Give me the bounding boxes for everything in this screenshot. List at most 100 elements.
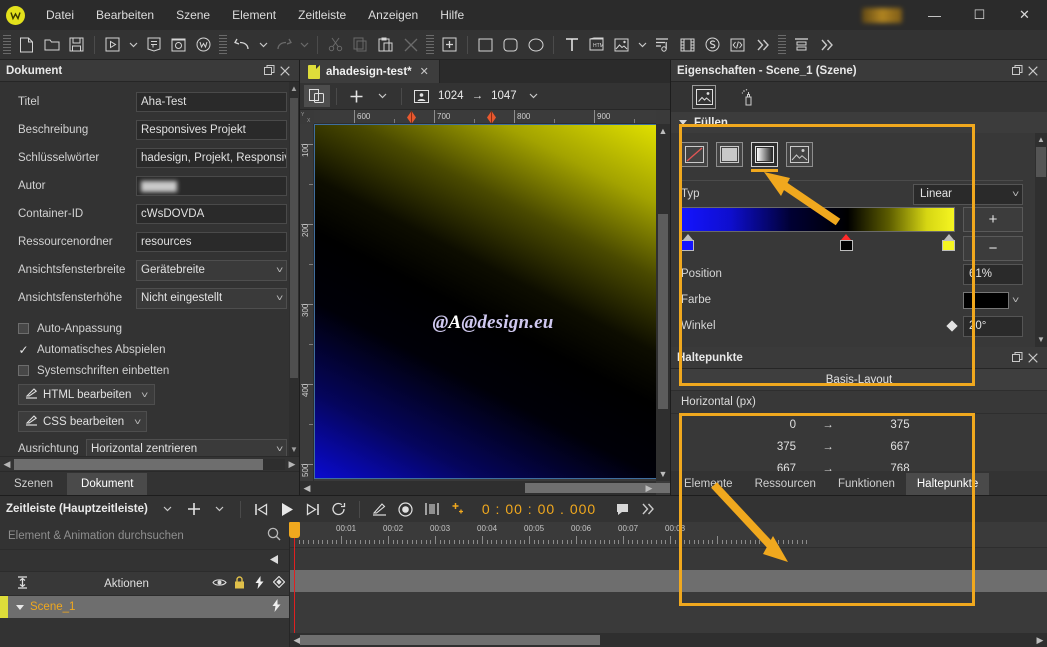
scroll-right-arrow-icon[interactable]: ▶ [285, 459, 299, 470]
horizontal-ruler[interactable]: 600 700 800 900 [314, 110, 656, 124]
autor-input[interactable] [136, 176, 287, 196]
easing-icon[interactable] [368, 498, 392, 520]
tab-dokument[interactable]: Dokument [67, 473, 148, 495]
menu-item-anzeigen[interactable]: Anzeigen [357, 4, 429, 26]
ansichtsfensterbreite-select[interactable]: Gerätebreite ˅ [136, 259, 287, 281]
breakpoint-marker-icon-2[interactable] [486, 111, 497, 123]
table-row[interactable]: 375 → 667 [671, 436, 1047, 458]
tab-elemente[interactable]: Elemente [673, 473, 744, 495]
checkbox-automatisches-abspielen[interactable]: ✓ Automatisches Abspielen [0, 339, 299, 360]
timeline-search[interactable]: Element & Animation durchsuchen [0, 522, 289, 550]
canvas-viewport[interactable]: YX 600 700 800 900 100 200 300 400 500 @… [300, 110, 670, 495]
menu-item-element[interactable]: Element [221, 4, 287, 26]
lock-icon[interactable] [229, 575, 249, 592]
table-row[interactable]: 667 → 768 [671, 458, 1047, 471]
close-panel-icon[interactable] [1025, 63, 1041, 79]
color-swatch[interactable] [963, 291, 1009, 309]
remove-stop-button[interactable]: − [963, 236, 1023, 261]
watermark-icon[interactable] [191, 33, 216, 57]
breakpoint-range[interactable]: 1024 → 1047 [434, 86, 521, 106]
cut-icon[interactable] [323, 33, 348, 57]
add-breakpoint-icon[interactable] [343, 85, 369, 107]
maximize-button[interactable]: ☐ [957, 0, 1002, 30]
text-icon[interactable] [559, 33, 584, 57]
ressourcenordner-input[interactable]: resources [136, 232, 287, 252]
delete-icon[interactable] [398, 33, 423, 57]
keyframe-distribute-icon[interactable] [420, 498, 444, 520]
playhead-handle[interactable] [289, 522, 300, 538]
image-icon[interactable] [609, 33, 634, 57]
vertical-ruler[interactable]: 100 200 300 400 500 [300, 124, 314, 481]
responsive-layout-icon[interactable] [304, 85, 330, 107]
close-tab-icon[interactable]: ✕ [418, 65, 431, 78]
timeline-overflow-icon[interactable] [636, 498, 660, 520]
image-fill-button[interactable] [786, 142, 813, 167]
fill-section-header[interactable]: Füllen [671, 112, 1047, 133]
audio-icon[interactable] [650, 33, 675, 57]
ellipse-icon[interactable] [523, 33, 548, 57]
gradient-stop-0[interactable] [681, 234, 694, 251]
collapse-all-icon[interactable] [0, 575, 44, 592]
record-icon[interactable] [394, 498, 418, 520]
chevron-down-icon[interactable]: ˅ [1012, 295, 1019, 305]
visibility-eye-icon[interactable] [209, 577, 229, 591]
timeline-hscrollbar[interactable]: ◀ ▶ [290, 633, 1047, 647]
loop-icon[interactable] [327, 498, 351, 520]
actions-bolt-icon[interactable] [249, 575, 269, 592]
preview-dropdown-icon[interactable] [125, 33, 141, 57]
image-dropdown-icon[interactable] [634, 33, 650, 57]
scroll-up-arrow-icon[interactable]: ▲ [1035, 133, 1047, 147]
scroll-left-arrow-icon[interactable]: ◀ [0, 459, 14, 470]
toolbar-overflow-icon-2[interactable] [814, 33, 839, 57]
checkbox-systemschriften-einbetten[interactable]: Systemschriften einbetten [0, 360, 299, 381]
scroll-right-arrow-icon[interactable]: ▶ [1033, 633, 1047, 647]
timeline-tracks-area[interactable]: 00:01 00:02 00:03 00:04 00:05 00:06 00:0… [289, 522, 1047, 647]
timeline-row-scene-1[interactable]: Scene_1 [0, 596, 289, 618]
comment-icon[interactable] [610, 498, 634, 520]
timeline-ruler[interactable]: 00:01 00:02 00:03 00:04 00:05 00:06 00:0… [290, 522, 1047, 548]
checkbox-auto-anpassung[interactable]: Auto-Anpassung [0, 318, 299, 339]
scrollbar-thumb[interactable] [658, 214, 668, 409]
go-to-end-icon[interactable] [301, 498, 325, 520]
tab-funktionen[interactable]: Funktionen [827, 473, 906, 495]
minimize-button[interactable]: — [912, 0, 957, 30]
toolbar-grip[interactable] [3, 34, 11, 55]
html-widget-icon[interactable]: HTML [584, 33, 609, 57]
toolbar-overflow-icon[interactable] [750, 33, 775, 57]
float-panel-icon[interactable] [1009, 350, 1025, 366]
html5-export-icon[interactable] [141, 33, 166, 57]
tab-ressourcen[interactable]: Ressourcen [744, 473, 827, 495]
go-to-start-icon[interactable] [249, 498, 273, 520]
schluesselwoerter-input[interactable]: hadesign, Projekt, Responsive [136, 148, 287, 168]
copy-icon[interactable] [348, 33, 373, 57]
timecode-display[interactable]: 0 : 00 : 00 . 000 [482, 501, 596, 517]
add-group-icon[interactable] [437, 33, 462, 57]
gradient-bar[interactable] [681, 207, 955, 232]
scroll-up-arrow-icon[interactable]: ▲ [656, 124, 670, 138]
toolbar-grip-2[interactable] [219, 34, 227, 55]
no-fill-button[interactable] [681, 142, 708, 167]
hscrollbar-track[interactable] [14, 458, 285, 470]
menu-item-datei[interactable]: Datei [35, 4, 85, 26]
search-input[interactable]: Element & Animation durchsuchen [8, 530, 267, 542]
float-panel-icon[interactable] [261, 63, 277, 79]
fill-type-select[interactable]: Linear ˅ [913, 183, 1023, 205]
breakpoint-range-dropdown-icon[interactable] [521, 85, 547, 107]
beschreibung-input[interactable]: Responsives Projekt [136, 120, 287, 140]
menu-item-bearbeiten[interactable]: Bearbeiten [85, 4, 165, 26]
gradient-stop-1[interactable] [839, 234, 853, 251]
scroll-left-arrow-icon[interactable]: ◀ [300, 481, 314, 495]
float-panel-icon[interactable] [1009, 63, 1025, 79]
scroll-down-arrow-icon[interactable]: ▼ [1035, 333, 1047, 347]
scroll-up-arrow-icon[interactable]: ▲ [289, 82, 299, 95]
scrollbar-thumb[interactable] [1036, 147, 1046, 177]
gradient-fill-button[interactable] [751, 142, 778, 167]
add-stop-button[interactable]: + [963, 207, 1023, 232]
symbol-icon[interactable] [700, 33, 725, 57]
expand-triangle-icon[interactable] [16, 604, 24, 610]
device-preview-icon[interactable] [408, 85, 434, 107]
ausrichtung-select[interactable]: Horizontal zentrieren ˅ [86, 438, 287, 456]
magic-sparkle-icon[interactable] [446, 498, 470, 520]
scene-properties-icon[interactable] [692, 85, 716, 109]
menu-item-zeitleiste[interactable]: Zeitleiste [287, 4, 357, 26]
